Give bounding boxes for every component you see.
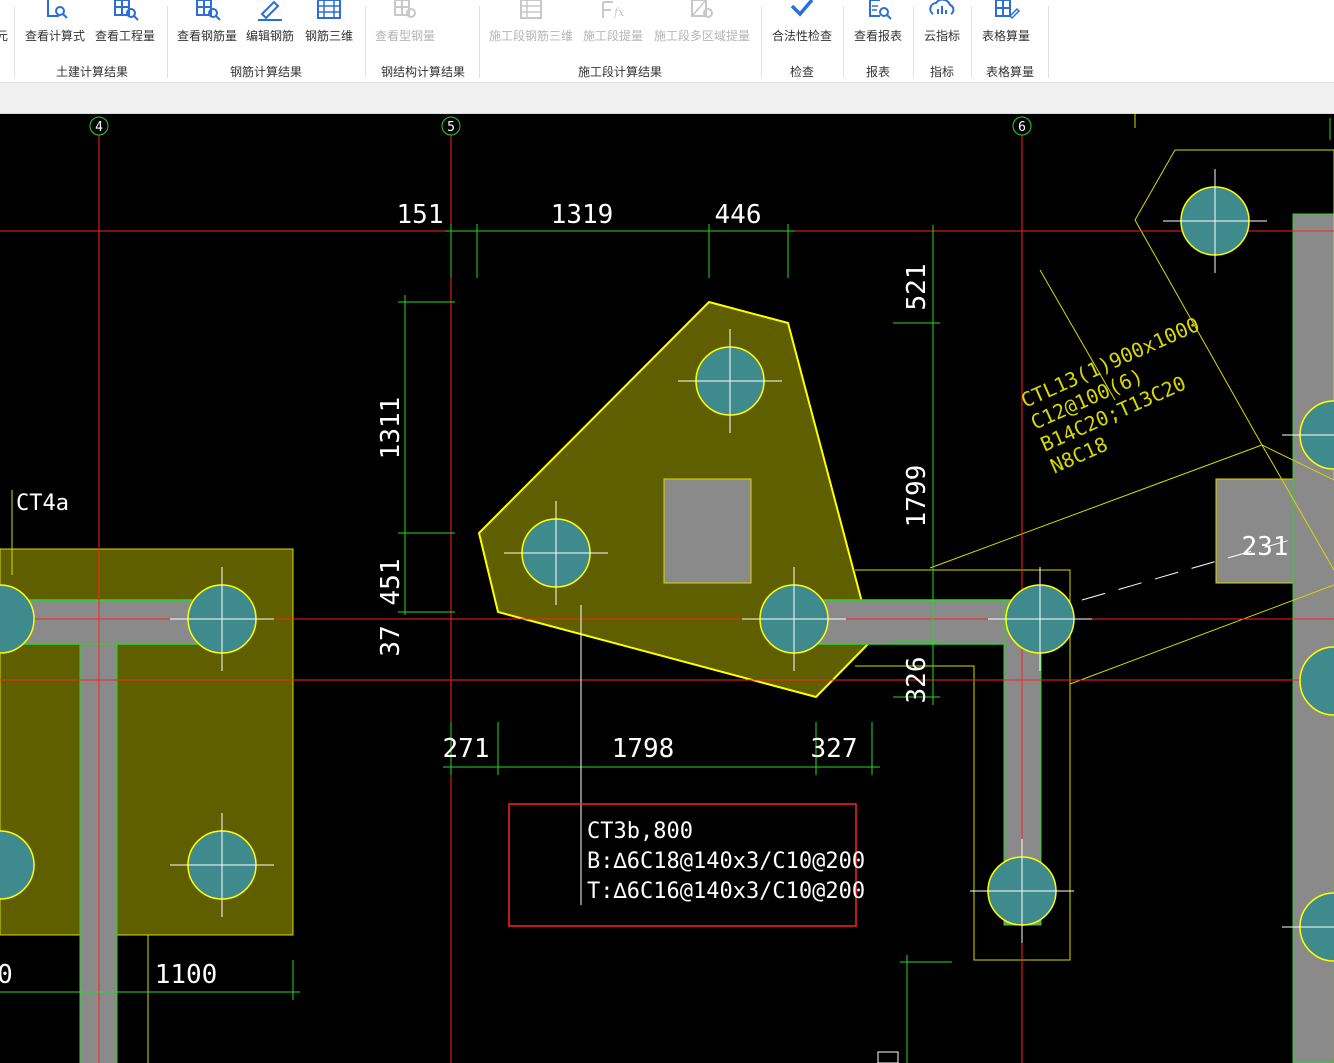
- table-quantity-label: 表格算量: [981, 29, 1030, 43]
- segment-fx-icon: fx: [602, 1, 625, 19]
- view-quantity-button[interactable]: 查看工程量: [92, 0, 158, 58]
- axis-bubble-4[interactable]: 4: [89, 116, 109, 136]
- dim-text: 231: [1242, 532, 1289, 562]
- rebar-3d-button[interactable]: 钢筋三维: [300, 0, 358, 58]
- group-label-steel: 钢结构计算结果: [380, 65, 465, 79]
- segment-multi-area-icon: [691, 0, 713, 18]
- table-quantity-button[interactable]: 表格算量: [976, 0, 1036, 58]
- view-steel-label: 查看型钢量: [374, 29, 435, 43]
- ribbon-separator: [365, 6, 366, 78]
- check-icon: [790, 0, 814, 17]
- formula-view-icon: [47, 0, 68, 19]
- axis-label: 5: [447, 120, 455, 135]
- footing-label-ct4a[interactable]: CT4a: [16, 491, 69, 516]
- ribbon-separator: [913, 6, 914, 78]
- view-rebar-label: 查看钢筋量: [176, 29, 237, 43]
- callout-text: CT3b,800 B:∆6C18@140x3/C10@200 T:∆6C16@1…: [587, 819, 865, 904]
- view-steel-button[interactable]: 查看型钢量: [372, 0, 438, 58]
- view-report-label: 查看报表: [853, 29, 902, 43]
- axis-bubble-6[interactable]: 6: [1012, 116, 1032, 136]
- callout-line: T:∆6C16@140x3/C10@200: [587, 879, 865, 904]
- column[interactable]: [1215, 478, 1304, 584]
- group-label-civil: 土建计算结果: [55, 65, 128, 79]
- beam-annotation[interactable]: CTL13(1)900x1000 C12@100(6) B14C20;T13C2…: [1017, 312, 1232, 478]
- dim-text: 521: [902, 264, 932, 311]
- view-formula-label: 查看计算式: [24, 29, 85, 43]
- steel-view-icon: [394, 0, 416, 18]
- table-edit-icon: [995, 0, 1021, 20]
- quantity-view-icon: [114, 0, 139, 21]
- callout-line: CT3b,800: [587, 819, 693, 844]
- axis-label: 4: [95, 120, 103, 135]
- cad-drawing[interactable]: 4 5 6 151 1319 446 521 1311 451 37 1799 …: [0, 114, 1334, 1063]
- dim-text: 326: [902, 657, 932, 704]
- ribbon-toolbar: 元 查看计算式 查看工程量 土建计算结果 查看钢筋量 编辑钢筋 钢筋三维 钢筋计…: [0, 0, 1334, 83]
- group-label-rebar: 钢筋计算结果: [229, 65, 302, 79]
- rebar-3d-icon: [317, 0, 341, 19]
- ribbon-separator: [971, 6, 972, 78]
- dim-text: 37: [376, 625, 406, 656]
- group-label-check: 检查: [789, 65, 814, 79]
- dim-text: 1311: [376, 397, 406, 460]
- dim-text: 451: [376, 559, 406, 606]
- dim-text: 327: [811, 734, 858, 764]
- view-rebar-button[interactable]: 查看钢筋量: [174, 0, 240, 58]
- rebar-3d-label: 钢筋三维: [304, 29, 353, 43]
- ribbon-partial-label: 元: [0, 29, 8, 43]
- tab-strip: [0, 83, 1334, 114]
- ribbon-separator: [167, 6, 168, 78]
- validity-check-label: 合法性检查: [771, 29, 832, 43]
- segment-rebar-3d-icon: [520, 0, 542, 19]
- view-formula-button[interactable]: 查看计算式: [22, 0, 88, 58]
- partial-dim-text: [877, 1051, 899, 1063]
- callout-line: B:∆6C18@140x3/C10@200: [587, 849, 865, 874]
- view-report-button[interactable]: 查看报表: [848, 0, 908, 58]
- segment-quantity-label: 施工段提量: [582, 29, 643, 43]
- ribbon-separator: [1048, 6, 1049, 78]
- group-label-report: 报表: [865, 65, 890, 79]
- axis-bubble-5[interactable]: 5: [441, 116, 461, 136]
- report-view-icon: [869, 0, 892, 20]
- ribbon-separator: [843, 6, 844, 78]
- edit-rebar-icon: [258, 0, 282, 21]
- cad-drawing-canvas[interactable]: 4 5 6 151 1319 446 521 1311 451 37 1799 …: [0, 114, 1334, 1063]
- edit-rebar-button[interactable]: 编辑钢筋: [242, 0, 298, 58]
- ribbon-separator: [479, 6, 480, 78]
- segment-rebar-3d-label: 施工段钢筋三维: [488, 29, 573, 43]
- dim-text: 446: [715, 200, 762, 230]
- dim-text: 1100: [155, 960, 218, 990]
- validity-check-button[interactable]: 合法性检查: [766, 0, 838, 58]
- dim-text: 0: [0, 960, 13, 990]
- dim-text: 271: [443, 734, 490, 764]
- segment-rebar-3d-button[interactable]: 施工段钢筋三维: [486, 0, 576, 58]
- ribbon-separator: [761, 6, 762, 78]
- segment-multi-area-label: 施工段多区域提量: [653, 29, 750, 43]
- ribbon-partial-button[interactable]: 元: [0, 0, 10, 58]
- ribbon-separator: [14, 6, 15, 78]
- svg-text:fx: fx: [613, 6, 625, 19]
- cloud-index-label: 云指标: [923, 29, 960, 43]
- group-label-table: 表格算量: [985, 65, 1034, 79]
- dim-text: 1798: [612, 734, 675, 764]
- dim-text: 151: [397, 200, 444, 230]
- cloud-index-button[interactable]: 云指标: [916, 0, 968, 58]
- view-quantity-label: 查看工程量: [94, 29, 155, 43]
- cloud-index-icon: [929, 0, 955, 15]
- edit-rebar-label: 编辑钢筋: [245, 29, 294, 43]
- dim-text: 1319: [551, 200, 614, 230]
- segment-quantity-button[interactable]: fx 施工段提量: [580, 0, 646, 58]
- group-label-segment: 施工段计算结果: [577, 65, 662, 79]
- dim-text: 1799: [902, 465, 932, 528]
- rebar-view-icon: [196, 0, 221, 21]
- segment-multi-area-button[interactable]: 施工段多区域提量: [650, 0, 754, 58]
- column[interactable]: [663, 478, 752, 584]
- axis-label: 6: [1018, 120, 1026, 135]
- group-label-index: 指标: [929, 65, 954, 79]
